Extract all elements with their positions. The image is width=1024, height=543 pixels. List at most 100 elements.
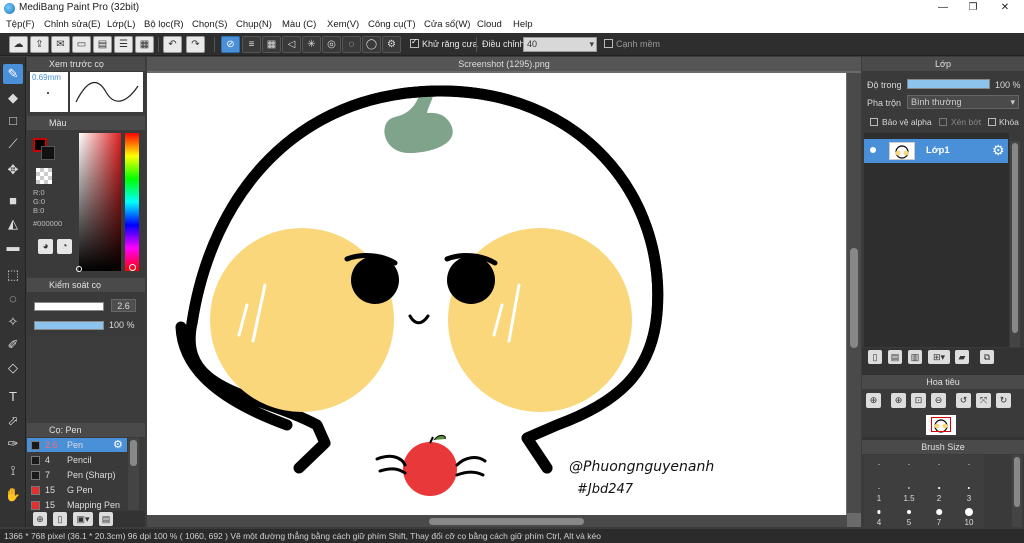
brush-opacity-slider[interactable]	[34, 321, 104, 330]
snap-perspective-icon[interactable]: ◁	[282, 36, 301, 53]
menu-select[interactable]: Chọn(S)	[192, 19, 227, 30]
reset-view-icon[interactable]: ⤧	[976, 393, 991, 408]
menu-layer[interactable]: Lớp(L)	[107, 19, 135, 30]
lasso-tool-icon[interactable]: ◌	[3, 289, 23, 309]
operation-tool-icon[interactable]: ⬀	[3, 411, 23, 431]
brush-list-item[interactable]: 7 Pen (Sharp)	[27, 468, 127, 482]
brush-size-cell[interactable]	[924, 455, 954, 480]
undo-icon[interactable]: ↶	[163, 36, 182, 53]
duplicate-layer-icon[interactable]: ⧉	[980, 350, 994, 364]
brush-tool-icon[interactable]: ✎	[3, 64, 23, 84]
divide-tool-icon[interactable]: ✑	[3, 434, 23, 454]
snap-radial-icon[interactable]: ✳	[302, 36, 321, 53]
menu-cloud[interactable]: Cloud	[477, 19, 502, 30]
antialias-checkbox[interactable]	[410, 37, 419, 48]
gradient-tool-icon[interactable]: ▬	[3, 237, 23, 257]
brush-size-cell[interactable]: 3	[954, 479, 984, 504]
protect-alpha-checkbox[interactable]	[870, 118, 878, 126]
navigator-thumbnail[interactable]	[926, 415, 956, 435]
eraser-tool-icon[interactable]: ◆	[3, 88, 23, 108]
snap-curve-icon[interactable]: ◌	[342, 36, 361, 53]
brush-settings-gear-icon[interactable]: ⚙	[113, 438, 123, 452]
zoom-out-icon[interactable]: ⊖	[931, 393, 946, 408]
color-history-icon[interactable]: ◔	[57, 239, 72, 254]
text-tool-icon[interactable]: T	[3, 387, 23, 407]
brush-size-cell[interactable]: 1	[864, 479, 894, 504]
move-tool-icon[interactable]: ✥	[3, 160, 23, 180]
menu-help[interactable]: Help	[513, 19, 533, 30]
brush-size-cell[interactable]: 4	[864, 503, 894, 528]
fit-icon[interactable]: ⊡	[911, 393, 926, 408]
brush-size-cell[interactable]: 10	[954, 503, 984, 528]
menu-window[interactable]: Cửa sổ(W)	[424, 19, 470, 30]
new-brush-icon[interactable]: ▯	[53, 512, 67, 526]
new-layer-icon[interactable]: ▯	[868, 350, 882, 364]
snap-grid-icon[interactable]: ▦	[262, 36, 281, 53]
zoom-in-icon[interactable]: ⊕	[866, 393, 881, 408]
rotate-left-icon[interactable]: ↺	[956, 393, 971, 408]
zoom-in-2-icon[interactable]: ⊕	[891, 393, 906, 408]
chat-icon[interactable]: ✉	[51, 36, 70, 53]
menu-capture[interactable]: Chụp(N)	[236, 19, 272, 30]
brush-list-scrollbar[interactable]	[128, 438, 139, 510]
brush-size-slider[interactable]	[34, 302, 104, 311]
canvas-vertical-scrollbar[interactable]	[847, 73, 861, 513]
hue-slider[interactable]	[125, 133, 139, 271]
brush-size-value[interactable]: 2.6	[111, 299, 136, 312]
redo-icon[interactable]: ↷	[186, 36, 205, 53]
select-eraser-tool-icon[interactable]: ◇	[3, 358, 23, 378]
add-brush-icon[interactable]: ⊕	[33, 512, 47, 526]
upload-icon[interactable]: ⇪	[30, 36, 49, 53]
document-icon[interactable]: ▤	[93, 36, 112, 53]
blur-tool-icon[interactable]: ⟋	[3, 134, 23, 154]
brush-size-cell[interactable]	[864, 455, 894, 480]
palette-icon[interactable]: ◕	[38, 239, 53, 254]
brush-list-item[interactable]: 15 G Pen	[27, 483, 127, 497]
bucket-tool-icon[interactable]: ◭	[3, 214, 23, 234]
magic-wand-tool-icon[interactable]: ✧	[3, 312, 23, 332]
transparent-color-swatch[interactable]	[36, 168, 52, 184]
layer-list-scrollbar[interactable]	[1010, 141, 1020, 347]
new-halftone-layer-icon[interactable]: ▤	[888, 350, 902, 364]
brush-size-cell[interactable]	[954, 455, 984, 480]
layer-opacity-slider[interactable]	[907, 79, 990, 89]
snap-ellipse-icon[interactable]: ◯	[362, 36, 381, 53]
cloud-icon[interactable]: ☁	[9, 36, 28, 53]
select-rect-tool-icon[interactable]: ⬚	[3, 265, 23, 285]
sv-picker-handle[interactable]	[76, 266, 82, 272]
menu-view[interactable]: Xem(V)	[327, 19, 359, 30]
close-button[interactable]: ✕	[990, 0, 1020, 17]
brush-settings-icon[interactable]: ▤	[99, 512, 113, 526]
layer-settings-gear-icon[interactable]: ⚙	[992, 142, 1005, 159]
snap-circle-icon[interactable]: ◎	[322, 36, 341, 53]
blend-mode-select[interactable]: Bình thường ▾	[907, 95, 1019, 109]
brush-size-cell[interactable]: 5	[894, 503, 924, 528]
brush-size-cell[interactable]: 7	[924, 503, 954, 528]
grid-icon[interactable]: ▦	[135, 36, 154, 53]
select-pen-tool-icon[interactable]: ✐	[3, 335, 23, 355]
drawing-canvas[interactable]: @Phuongnguyenanh #Jbd247	[147, 73, 846, 515]
brush-list-item[interactable]: 2.6 Pen ⚙	[27, 438, 127, 452]
menu-edit[interactable]: Chỉnh sửa(E)	[44, 19, 101, 30]
document-tab[interactable]: Screenshot (1295).png	[147, 57, 861, 71]
secondary-color-swatch[interactable]	[41, 146, 55, 160]
lock-checkbox[interactable]	[988, 118, 996, 126]
clipping-checkbox[interactable]	[939, 118, 947, 126]
hue-slider-handle[interactable]	[129, 264, 136, 271]
dot-tool-icon[interactable]: □	[3, 111, 23, 131]
add-layer-menu-icon[interactable]: ⊞▾	[928, 350, 950, 364]
menu-file[interactable]: Tệp(F)	[6, 19, 35, 30]
fill-rect-tool-icon[interactable]: ■	[3, 191, 23, 211]
rotate-right-icon[interactable]: ↻	[996, 393, 1011, 408]
brush-size-cell[interactable]	[894, 455, 924, 480]
eyedropper-tool-icon[interactable]: ⟟	[3, 461, 23, 481]
hand-tool-icon[interactable]: ✋	[3, 485, 23, 505]
minimize-button[interactable]: —	[928, 0, 958, 17]
list-icon[interactable]: ☰	[114, 36, 133, 53]
maximize-button[interactable]: ❐	[958, 0, 988, 17]
menu-filter[interactable]: Bộ lọc(R)	[144, 19, 184, 30]
brush-size-cell[interactable]: 1.5	[894, 479, 924, 504]
layer-visibility-icon[interactable]	[870, 147, 876, 153]
snap-parallel-icon[interactable]: ≡	[242, 36, 261, 53]
brush-size-scrollbar[interactable]	[1012, 455, 1022, 527]
